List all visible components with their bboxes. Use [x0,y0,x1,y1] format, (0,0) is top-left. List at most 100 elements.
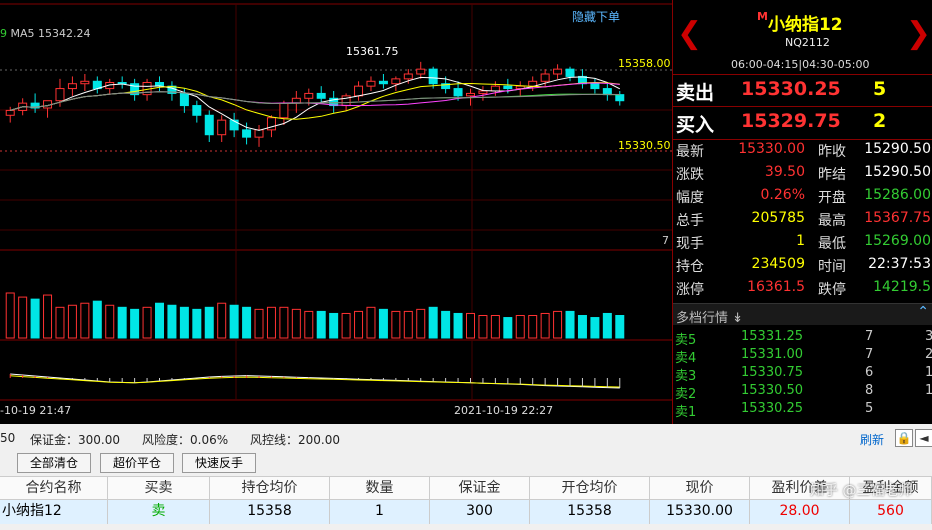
candle-body[interactable] [490,85,500,92]
market-mark: M [757,10,768,23]
column-header[interactable]: 买卖 [108,477,210,501]
depth-row[interactable]: 卖4 15331.00 7 2 [673,347,932,366]
depth-price: 15331.00 [741,347,804,362]
candle-body[interactable] [80,80,90,85]
candle-body[interactable] [615,94,625,102]
candle-body[interactable] [565,68,575,77]
candle-body[interactable] [316,92,326,99]
sell-quote[interactable]: 卖出 15330.25 5 [673,78,932,108]
stat-label: 最低 [818,236,846,252]
risk-text: 风险度：0.06% [142,433,229,447]
buy-label: 买入 [676,114,715,136]
next-contract-icon[interactable]: ❯ [906,16,931,52]
candle-body[interactable] [416,68,426,75]
ma60-line [10,91,620,111]
table-row[interactable]: 小纳指12 卖 15358 1 300 15358 15330.00 28.00 560 [0,500,932,524]
close-over-price-button[interactable]: 超价平仓 [100,453,174,473]
column-header[interactable]: 合约名称 [0,477,108,501]
volume-bar [204,306,214,339]
stat-label: 跌停 [818,282,846,298]
sell-label: 卖出 [676,82,715,104]
volume-bar [441,310,451,339]
depth-volume: 7 [865,329,874,344]
candle-body[interactable] [403,73,413,80]
volume-bar [43,294,53,339]
contract-name: 小纳指12 [767,15,843,35]
table-cell: 15330.00 [650,500,750,524]
volume-bar [291,308,301,339]
candle-body[interactable] [304,92,314,99]
candle-body[interactable] [602,88,612,96]
volume-bar [329,312,339,339]
divider [673,74,932,75]
prev-contract-icon[interactable]: ❮ [677,16,702,52]
chevron-up-icon[interactable]: ⌃ [917,304,929,320]
column-header[interactable]: 数量 [330,477,430,501]
buy-quote[interactable]: 买入 15329.75 2 [673,110,932,140]
depth-label: 卖1 [675,405,697,420]
candle-body[interactable] [55,88,65,102]
scroll-left-icon[interactable]: ◄ [915,429,932,447]
buy-price: 15329.75 [741,110,841,132]
candle-body[interactable] [204,114,214,136]
volume-bar [67,304,77,339]
candle-body[interactable] [5,109,15,116]
candle-body[interactable] [553,68,563,75]
hide-order-button[interactable]: 隐藏下单 [572,8,620,25]
candle-body[interactable] [590,83,600,90]
volume-bar [304,310,314,339]
column-header[interactable]: 持仓均价 [210,477,330,501]
refresh-button[interactable]: 刷新 [860,431,884,448]
stat-value: 39.50 [764,164,805,180]
chart-canvas[interactable]: 15358.00 15330.50 15361.75 [0,0,672,424]
column-header[interactable]: 开仓均价 [530,477,650,501]
candle-body[interactable] [540,73,550,82]
quick-reverse-button[interactable]: 快速反手 [182,453,256,473]
ma-legend: 9 MA5 15342.24 [0,27,91,40]
candle-body[interactable] [67,83,77,90]
candle-body[interactable] [279,102,289,119]
candle-body[interactable] [428,68,438,85]
depth-row[interactable]: 卖5 15331.25 7 3 [673,329,932,348]
candle-body[interactable] [478,90,488,94]
depth-row[interactable]: 卖1 15330.25 5 [673,401,932,420]
stat-label: 涨跌 [676,167,704,183]
stat-row: 持仓 234509 时间 22:37:53 [673,256,932,279]
volume-bar [279,306,289,339]
contract-title: M小纳指12 [757,10,843,35]
candle-body[interactable] [366,80,376,87]
candle-body[interactable] [391,78,401,85]
table-cell: 小纳指12 [0,500,108,524]
candle-body[interactable] [217,119,227,136]
candle-body[interactable] [453,88,463,97]
volume-bar [528,315,538,339]
volume-bar [590,317,600,339]
depth-row[interactable]: 卖3 15330.75 6 1 [673,365,932,384]
depth-header[interactable]: 多档行情 ↡ ⌃ [673,303,932,326]
volume-bar [105,304,115,339]
candle-body[interactable] [254,129,264,138]
candle-body[interactable] [466,92,475,97]
candle-body[interactable] [378,80,388,85]
stat-row: 最新 15330.00 昨收 15290.50 [673,141,932,164]
depth-row[interactable]: 卖2 15330.50 8 1 [673,383,932,402]
candle-body[interactable] [503,85,513,90]
depth-price: 15330.75 [741,365,804,380]
depth-extra: 2 [925,347,932,362]
candle-body[interactable] [179,92,189,107]
close-all-button[interactable]: 全部清仓 [17,453,91,473]
candle-body[interactable] [354,85,364,97]
column-header[interactable]: 保证金 [430,477,530,501]
column-header[interactable]: 现价 [650,477,750,501]
lock-icon[interactable]: 🔒 [895,429,913,447]
volume-bar [378,308,388,339]
candle-body[interactable] [192,105,202,116]
volume-bar [130,308,140,339]
quote-panel: ❮ ❯ M小纳指12 NQ2112 06:00-04:15|04:30-05:0… [672,0,932,424]
stat-label: 开盘 [818,190,846,206]
volume-bar [142,306,152,339]
kline-chart[interactable]: 15358.00 15330.50 15361.75 隐藏下单 9 MA5 1534… [0,0,672,424]
high-label: 15361.75 [346,45,399,58]
stat-label: 昨收 [818,144,846,160]
candle-body[interactable] [242,129,252,138]
